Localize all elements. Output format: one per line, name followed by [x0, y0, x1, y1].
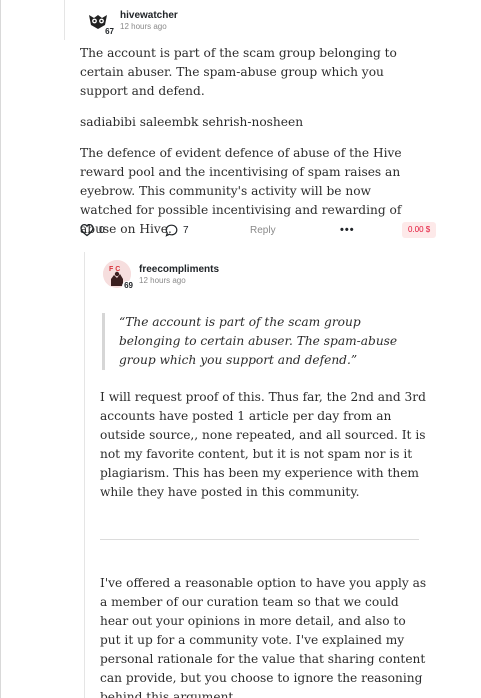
replies-count: 7 — [183, 224, 189, 236]
avatar[interactable]: 67 — [84, 6, 116, 37]
upvote-button[interactable]: 0 — [80, 220, 105, 240]
upvote-count: 0 — [99, 224, 105, 236]
horizontal-rule — [100, 539, 419, 540]
reply-button[interactable]: Reply — [245, 220, 276, 240]
comment-paragraph: The account is part of the scam group be… — [80, 46, 397, 98]
svg-text:F C: F C — [109, 266, 120, 273]
comment-header: 67 hivewatcher 12 hours ago — [84, 6, 178, 37]
reply-header: F C 69 freecompliments 12 hours ago — [103, 260, 219, 291]
avatar[interactable]: F C 69 — [103, 260, 135, 291]
comment-actions: 0 7 Reply ••• 0.00 $ — [80, 220, 440, 240]
replies-button[interactable]: 7 — [165, 220, 189, 240]
comment-thread: 67 hivewatcher 12 hours ago The account … — [0, 0, 481, 698]
timestamp[interactable]: 12 hours ago — [120, 22, 178, 32]
ellipsis-icon: ••• — [340, 224, 355, 236]
reply-label: Reply — [250, 224, 276, 236]
author-name[interactable]: hivewatcher — [120, 9, 178, 22]
payout-badge[interactable]: 0.00 $ — [402, 222, 437, 238]
reply-paragraph: I will request proof of this. Thus far, … — [100, 390, 426, 499]
speech-bubble-icon — [165, 224, 178, 237]
reputation-badge: 67 — [103, 27, 116, 37]
thread-edge-line — [0, 0, 1, 698]
comment-paragraph: sadiabibi saleembk sehrish-nosheen — [80, 115, 304, 129]
reply-paragraph: I've offered a reasonable option to have… — [100, 576, 427, 698]
reply-thread-line — [84, 252, 85, 698]
timestamp[interactable]: 12 hours ago — [139, 276, 219, 286]
thread-line — [64, 0, 65, 40]
reputation-badge: 69 — [122, 281, 135, 291]
author-name[interactable]: freecompliments — [139, 263, 219, 276]
more-options-button[interactable]: ••• — [335, 220, 355, 240]
upvote-icon — [80, 223, 94, 237]
quoted-text: “The account is part of the scam group b… — [102, 313, 422, 370]
